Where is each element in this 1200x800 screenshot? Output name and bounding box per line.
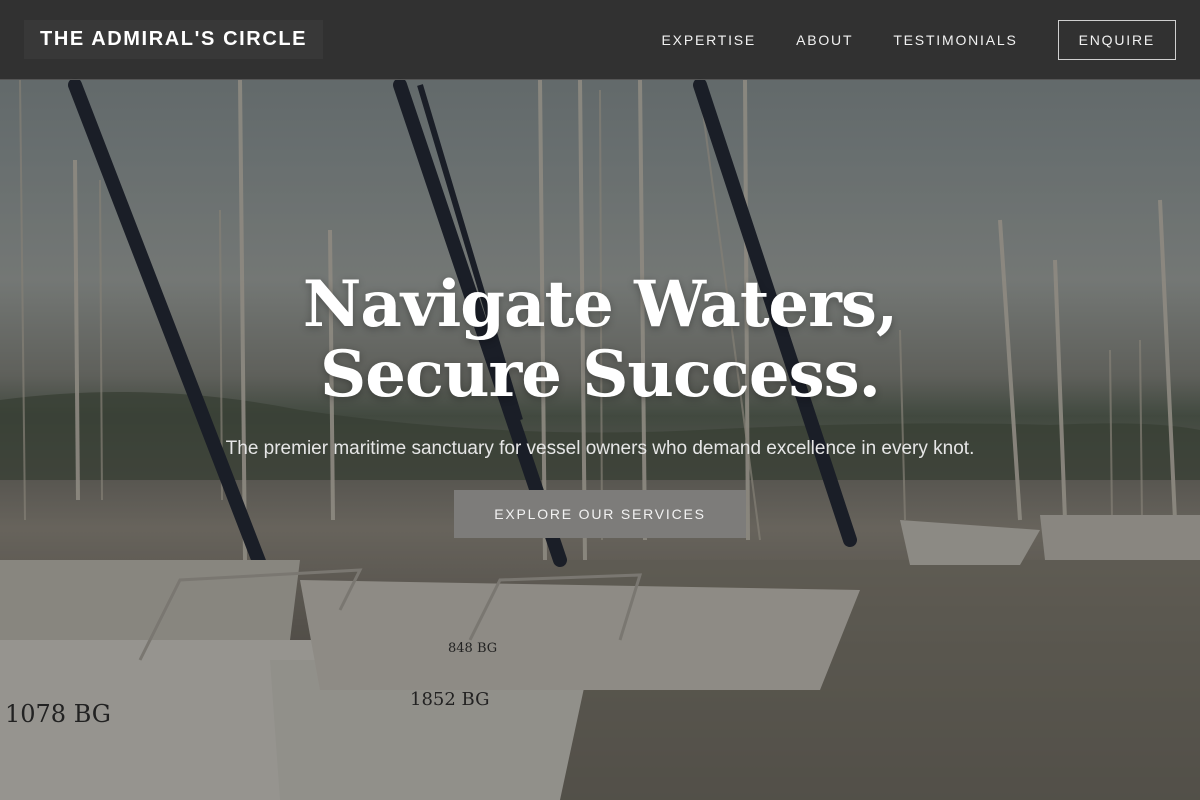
enquire-button[interactable]: ENQUIRE	[1057, 19, 1176, 60]
nav-link-about[interactable]: ABOUT	[796, 32, 853, 48]
hero-headline: Navigate Waters, Secure Success.	[0, 270, 1200, 410]
hero-subheadline: The premier maritime sanctuary for vesse…	[225, 438, 975, 459]
top-navigation-bar: THE ADMIRAL'S CIRCLE EXPERTISE ABOUT TES…	[0, 0, 1200, 80]
explore-services-button[interactable]: EXPLORE OUR SERVICES	[454, 490, 746, 538]
nav-links: EXPERTISE ABOUT TESTIMONIALS ENQUIRE	[662, 19, 1176, 60]
nav-link-testimonials[interactable]: TESTIMONIALS	[893, 32, 1017, 48]
brand-logo[interactable]: THE ADMIRAL'S CIRCLE	[24, 20, 324, 59]
nav-link-expertise[interactable]: EXPERTISE	[662, 32, 757, 48]
hero-section: Navigate Waters, Secure Success. The pre…	[0, 270, 1200, 538]
hero-headline-line-2: Secure Success.	[320, 337, 881, 412]
hero-headline-line-1: Navigate Waters,	[302, 267, 898, 342]
